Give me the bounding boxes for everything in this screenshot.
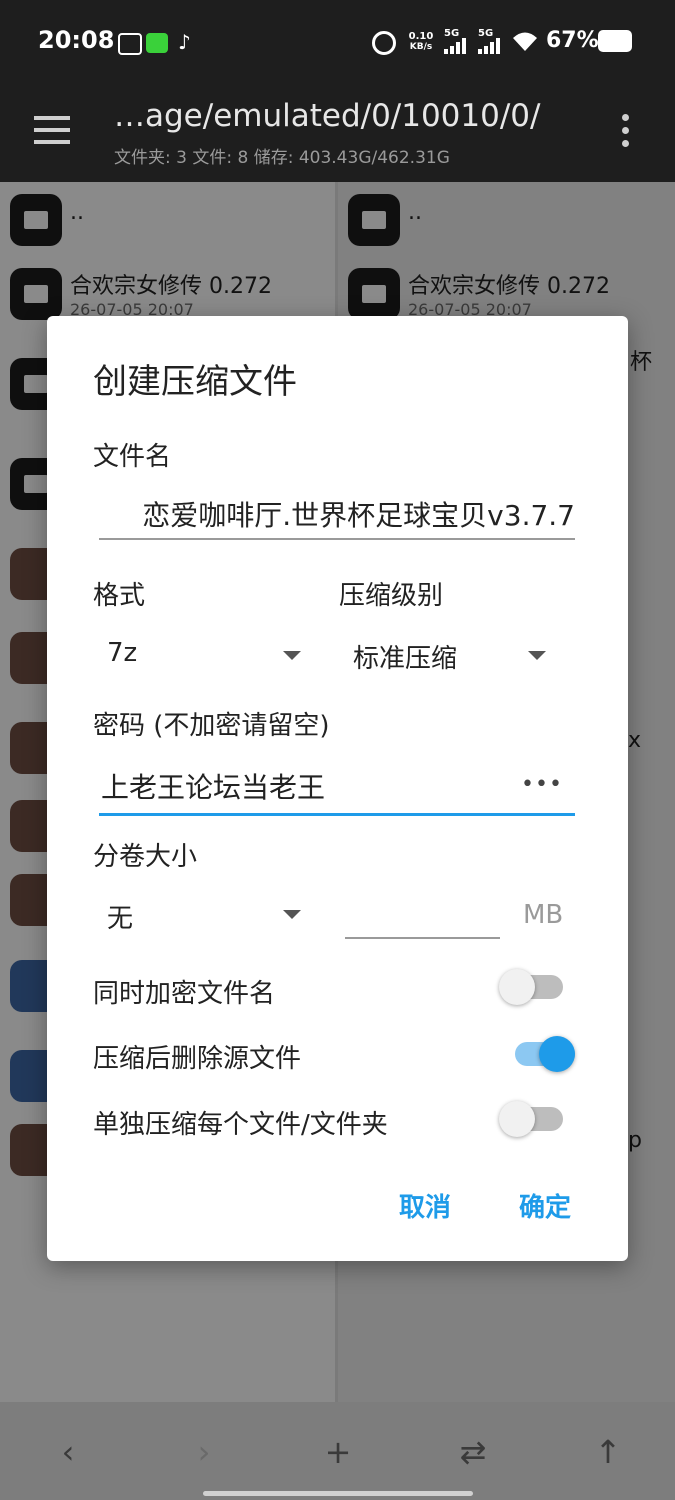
- volume-size-underline: [345, 937, 500, 939]
- compression-level-select[interactable]: 标准压缩: [353, 638, 457, 675]
- app-bar: …age/emulated/0/10010/0/ 文件夹: 3 文件: 8 储存…: [0, 82, 675, 182]
- compress-separately-label: 单独压缩每个文件/文件夹: [93, 1110, 388, 1140]
- toggle-knob: [539, 1036, 575, 1072]
- up-icon[interactable]: ↑: [578, 1422, 638, 1482]
- net-speed: 0.10 KB/s: [408, 31, 434, 52]
- folder-icon: [10, 194, 62, 246]
- confirm-button[interactable]: 确定: [519, 1187, 571, 1224]
- compression-level-label: 压缩级别: [339, 581, 444, 611]
- cancel-button[interactable]: 取消: [399, 1187, 451, 1224]
- encrypt-filenames-toggle[interactable]: [499, 969, 563, 1005]
- signal-bars-1-icon: [444, 38, 466, 54]
- toggle-knob: [499, 969, 535, 1005]
- game-app-icon: [146, 33, 168, 53]
- back-icon[interactable]: ‹: [38, 1422, 98, 1482]
- format-label: 格式: [93, 581, 146, 611]
- format-select[interactable]: 7z: [107, 638, 137, 668]
- encrypt-filenames-label: 同时加密文件名: [93, 979, 276, 1009]
- wifi-icon: [513, 32, 537, 51]
- signal-bars-2-icon: [478, 38, 500, 54]
- parent-dir-label[interactable]: ..: [408, 200, 422, 225]
- news-app-icon: [118, 33, 142, 55]
- compress-separately-toggle[interactable]: [499, 1101, 563, 1137]
- chevron-down-icon[interactable]: [283, 651, 301, 660]
- path-info: 文件夹: 3 文件: 8 储存: 403.43G/462.31G: [114, 148, 450, 168]
- truncated-file-name: x: [628, 728, 642, 753]
- volume-size-select[interactable]: 无: [107, 898, 133, 935]
- password-underline: [99, 813, 575, 816]
- truncated-file-name: p: [628, 1128, 642, 1153]
- swap-icon[interactable]: ⇄: [443, 1422, 503, 1482]
- status-bar: 20:08 ♪ 0.10 KB/s 5G 5G 67%: [0, 0, 675, 82]
- file-name[interactable]: 合欢宗女修传 0.272: [408, 268, 610, 300]
- filename-label: 文件名: [93, 442, 172, 472]
- status-time: 20:08: [38, 26, 115, 54]
- chevron-down-icon[interactable]: [528, 651, 546, 660]
- forward-icon[interactable]: ›: [174, 1422, 234, 1482]
- battery-icon: [598, 30, 632, 52]
- create-archive-dialog: 创建压缩文件 文件名 恋爱咖啡厅.世界杯足球宝贝v3.7.7 格式 压缩级别 7…: [47, 316, 628, 1261]
- filename-input[interactable]: 恋爱咖啡厅.世界杯足球宝贝v3.7.7: [99, 494, 575, 534]
- delete-source-label: 压缩后删除源文件: [93, 1044, 302, 1074]
- volume-size-label: 分卷大小: [93, 842, 198, 872]
- folder-icon: [348, 194, 400, 246]
- folder-icon: [348, 268, 400, 320]
- tiktok-icon: ♪: [178, 30, 191, 54]
- path-title[interactable]: …age/emulated/0/10010/0/: [114, 98, 540, 134]
- volume-unit: MB: [523, 900, 564, 930]
- file-name[interactable]: 合欢宗女修传 0.272: [70, 268, 272, 300]
- menu-icon[interactable]: [34, 116, 70, 146]
- home-indicator[interactable]: [203, 1491, 473, 1496]
- filename-underline: [99, 538, 575, 540]
- dialog-title: 创建压缩文件: [93, 362, 297, 402]
- battery-percent: 67%: [546, 28, 599, 53]
- truncated-file-name: 杯: [630, 350, 653, 375]
- more-options-icon[interactable]: [622, 114, 632, 154]
- alarm-icon: [372, 31, 396, 55]
- show-password-icon[interactable]: •••: [521, 772, 563, 797]
- password-label: 密码 (不加密请留空): [93, 711, 330, 741]
- password-input[interactable]: 上老王论坛当老王: [101, 766, 501, 806]
- delete-source-toggle[interactable]: [515, 1036, 575, 1072]
- add-icon[interactable]: +: [308, 1422, 368, 1482]
- folder-icon: [10, 268, 62, 320]
- bottom-toolbar: ‹ › + ⇄ ↑: [0, 1402, 675, 1500]
- chevron-down-icon[interactable]: [283, 910, 301, 919]
- parent-dir-label[interactable]: ..: [70, 200, 84, 225]
- toggle-knob: [499, 1101, 535, 1137]
